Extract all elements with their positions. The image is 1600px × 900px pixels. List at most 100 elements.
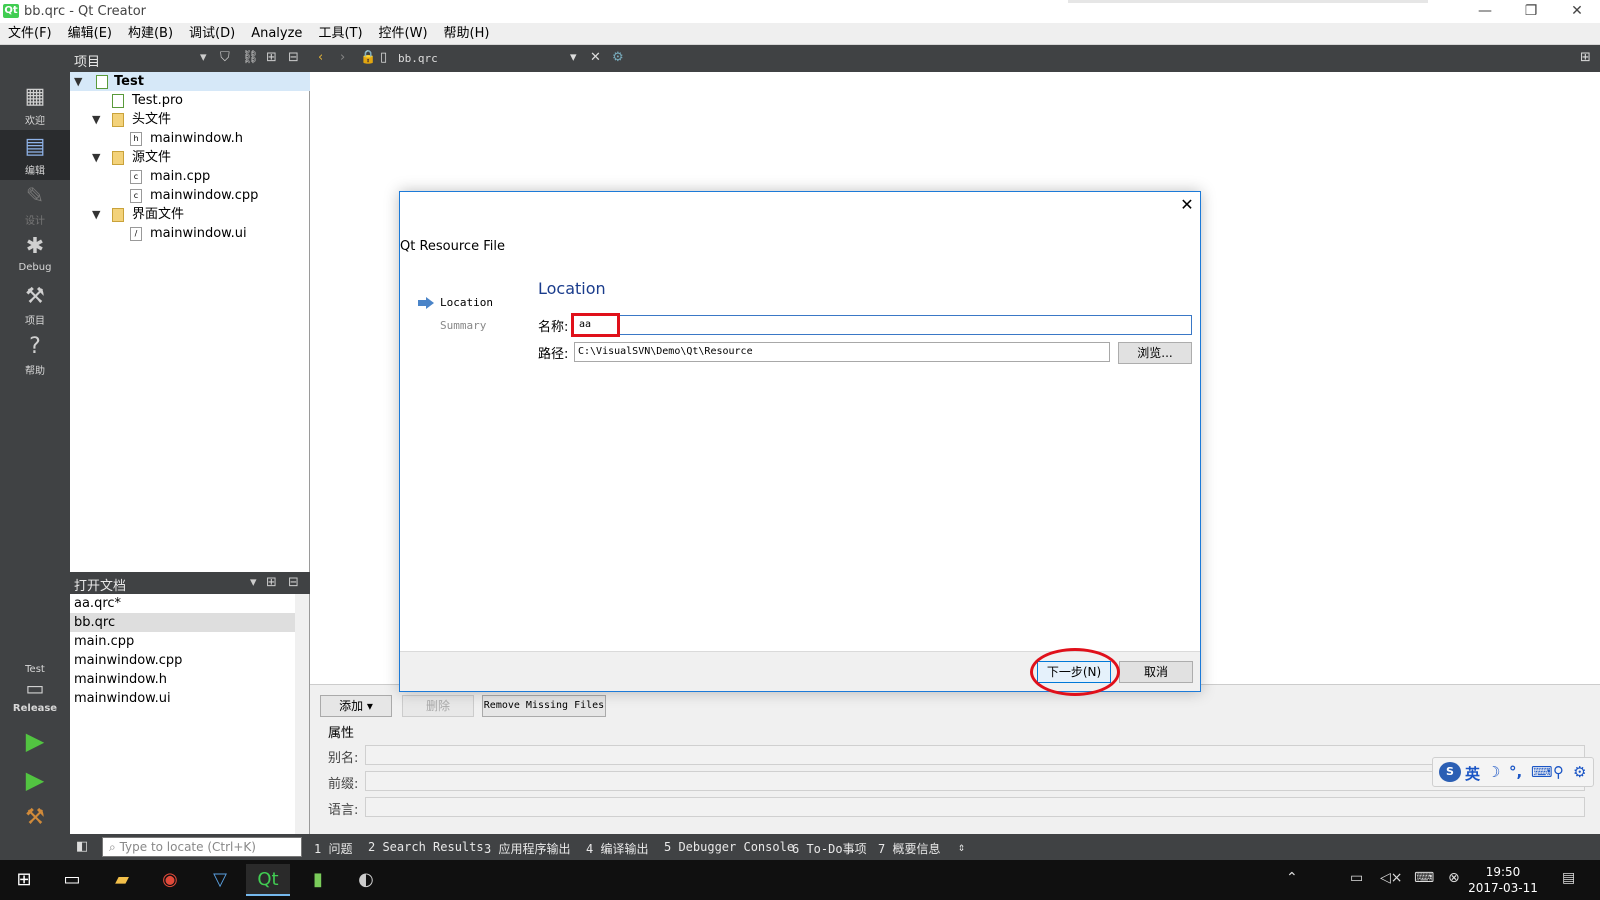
- tree-item-pro[interactable]: Test.pro: [70, 91, 310, 110]
- language-input[interactable]: [365, 797, 1585, 817]
- mode-help[interactable]: ? 帮助: [0, 330, 70, 380]
- output-tab-debugger[interactable]: 5 Debugger Console: [664, 840, 794, 854]
- scrollbar[interactable]: [295, 594, 309, 834]
- minimize-button[interactable]: —: [1462, 0, 1508, 23]
- back-icon[interactable]: ‹: [318, 50, 323, 65]
- menu-edit[interactable]: 编辑(E): [60, 23, 120, 45]
- menu-debug[interactable]: 调试(D): [181, 23, 243, 45]
- tree-item-main-cpp[interactable]: c main.cpp: [70, 167, 310, 186]
- punctuation-icon[interactable]: °,: [1509, 763, 1522, 781]
- prefix-input[interactable]: [365, 771, 1585, 791]
- tree-item-mainwindow-cpp[interactable]: c mainwindow.cpp: [70, 186, 310, 205]
- tree-item-mainwindow-ui[interactable]: / mainwindow.ui: [70, 224, 310, 243]
- output-tab-compile[interactable]: 4 编译输出: [586, 840, 648, 857]
- dropdown-arrow-icon[interactable]: ▾: [200, 50, 207, 65]
- add-button[interactable]: 添加 ▾: [320, 695, 392, 717]
- close-file-icon[interactable]: ✕: [590, 50, 601, 65]
- list-item[interactable]: mainwindow.ui: [70, 689, 295, 708]
- kit-selector[interactable]: Test ▭ Release: [0, 662, 70, 732]
- mode-welcome[interactable]: ▦ 欢迎: [0, 80, 70, 130]
- menu-tools[interactable]: 工具(T): [310, 23, 370, 45]
- ime-toolbar[interactable]: S 英 ☽ °, ⌨ ⚲ ⚙: [1432, 757, 1594, 787]
- name-input[interactable]: aa: [572, 315, 1192, 335]
- link-icon[interactable]: ⛓: [242, 50, 259, 65]
- output-tab-general[interactable]: 7 概要信息: [878, 840, 940, 857]
- filter-icon[interactable]: ⛉: [220, 50, 230, 65]
- alias-input[interactable]: [365, 745, 1585, 765]
- split-editor-icon[interactable]: ⊞: [1580, 50, 1591, 65]
- dropdown-arrow-icon[interactable]: ▾: [250, 575, 257, 590]
- notepad-icon[interactable]: ▮: [296, 864, 340, 896]
- tree-item-headers[interactable]: ▼ 头文件: [70, 110, 310, 129]
- path-input[interactable]: C:\VisualSVN\Demo\Qt\Resource: [574, 342, 1110, 362]
- list-item[interactable]: main.cpp: [70, 632, 295, 651]
- mode-design[interactable]: ✎ 设计: [0, 180, 70, 230]
- file-dropdown-icon[interactable]: ▾: [570, 50, 577, 65]
- menu-widgets[interactable]: 控件(W): [371, 23, 436, 45]
- network-icon[interactable]: ▭: [1350, 870, 1363, 886]
- keyboard-icon[interactable]: ⌨: [1531, 763, 1553, 781]
- system-clock[interactable]: 19:50 2017-03-11: [1468, 864, 1538, 896]
- close-panel-icon[interactable]: ⊟: [288, 575, 299, 590]
- ime-language[interactable]: 英: [1465, 763, 1480, 784]
- tray-expand-icon[interactable]: ⌃: [1286, 870, 1298, 886]
- build-button[interactable]: ⚒: [0, 805, 70, 841]
- tree-item-test[interactable]: ▼ Test: [70, 72, 310, 91]
- output-tab-app-output[interactable]: 3 应用程序输出: [484, 840, 570, 857]
- split-icon[interactable]: ⊞: [266, 50, 277, 65]
- chrome-icon[interactable]: ◉: [148, 864, 192, 896]
- header-file-icon: h: [130, 132, 142, 146]
- qt-creator-taskbar-icon[interactable]: Qt: [246, 864, 290, 896]
- split-icon[interactable]: ⊞: [266, 575, 277, 590]
- chevron-down-icon[interactable]: ▼: [92, 205, 100, 224]
- more-tabs-icon[interactable]: ⇕: [958, 840, 965, 854]
- locator-input[interactable]: ⌕ Type to locate (Ctrl+K): [102, 837, 302, 857]
- list-item[interactable]: mainwindow.cpp: [70, 651, 295, 670]
- sidebar-toggle-icon[interactable]: ◧: [76, 839, 88, 854]
- mode-projects[interactable]: ⚒ 项目: [0, 280, 70, 330]
- close-icon[interactable]: ✕: [1178, 196, 1196, 214]
- gear-icon[interactable]: ⚙: [1573, 763, 1586, 781]
- forward-icon[interactable]: ›: [340, 50, 345, 65]
- microphone-icon[interactable]: ⚲: [1553, 763, 1564, 781]
- list-item[interactable]: mainwindow.h: [70, 670, 295, 689]
- moon-icon[interactable]: ☽: [1487, 763, 1500, 781]
- mode-edit[interactable]: ▤ 编辑: [0, 130, 70, 180]
- menu-file[interactable]: 文件(F): [0, 23, 60, 45]
- keyboard-tray-icon[interactable]: ⌨: [1414, 870, 1434, 886]
- task-view-icon[interactable]: ▭: [50, 864, 94, 896]
- notification-icon[interactable]: ▤: [1562, 870, 1575, 886]
- output-tab-issues[interactable]: 1 问题: [314, 840, 352, 857]
- browse-button[interactable]: 浏览...: [1118, 342, 1192, 364]
- current-file[interactable]: bb.qrc: [398, 52, 438, 65]
- run-button[interactable]: ▶: [0, 728, 70, 764]
- chevron-down-icon[interactable]: ▼: [92, 110, 100, 129]
- remove-missing-files-button[interactable]: Remove Missing Files: [482, 695, 606, 717]
- chevron-down-icon[interactable]: ▼: [92, 148, 100, 167]
- menu-analyze[interactable]: Analyze: [243, 23, 310, 45]
- tree-item-mainwindow-h[interactable]: h mainwindow.h: [70, 129, 310, 148]
- close-panel-icon[interactable]: ⊟: [288, 50, 299, 65]
- mode-debug[interactable]: ✱ Debug: [0, 230, 70, 280]
- tree-item-sources[interactable]: ▼ 源文件: [70, 148, 310, 167]
- list-item[interactable]: aa.qrc*: [70, 594, 295, 613]
- tortoise-svn-icon[interactable]: ▽: [198, 864, 242, 896]
- remove-button[interactable]: 删除: [402, 695, 474, 717]
- chevron-down-icon[interactable]: ▼: [74, 72, 82, 91]
- ime-tray-icon[interactable]: ⊗: [1448, 870, 1460, 886]
- output-tab-todo[interactable]: 6 To-Do事项: [792, 840, 867, 857]
- menu-build[interactable]: 构建(B): [120, 23, 181, 45]
- close-window-button[interactable]: ✕: [1554, 0, 1600, 23]
- debug-run-button[interactable]: ▶: [0, 767, 70, 803]
- menu-help[interactable]: 帮助(H): [436, 23, 498, 45]
- restore-button[interactable]: ❐: [1508, 0, 1554, 23]
- paint-icon[interactable]: ◐: [344, 864, 388, 896]
- list-item[interactable]: bb.qrc: [70, 613, 295, 632]
- windows-start-icon[interactable]: ⊞: [2, 864, 46, 896]
- cancel-button[interactable]: 取消: [1119, 661, 1193, 683]
- output-tab-search[interactable]: 2 Search Results: [368, 840, 484, 854]
- file-explorer-icon[interactable]: ▰: [100, 864, 144, 896]
- tree-item-forms[interactable]: ▼ 界面文件: [70, 205, 310, 224]
- class-icon[interactable]: ⚙: [612, 50, 624, 65]
- volume-muted-icon[interactable]: ◁×: [1380, 870, 1403, 886]
